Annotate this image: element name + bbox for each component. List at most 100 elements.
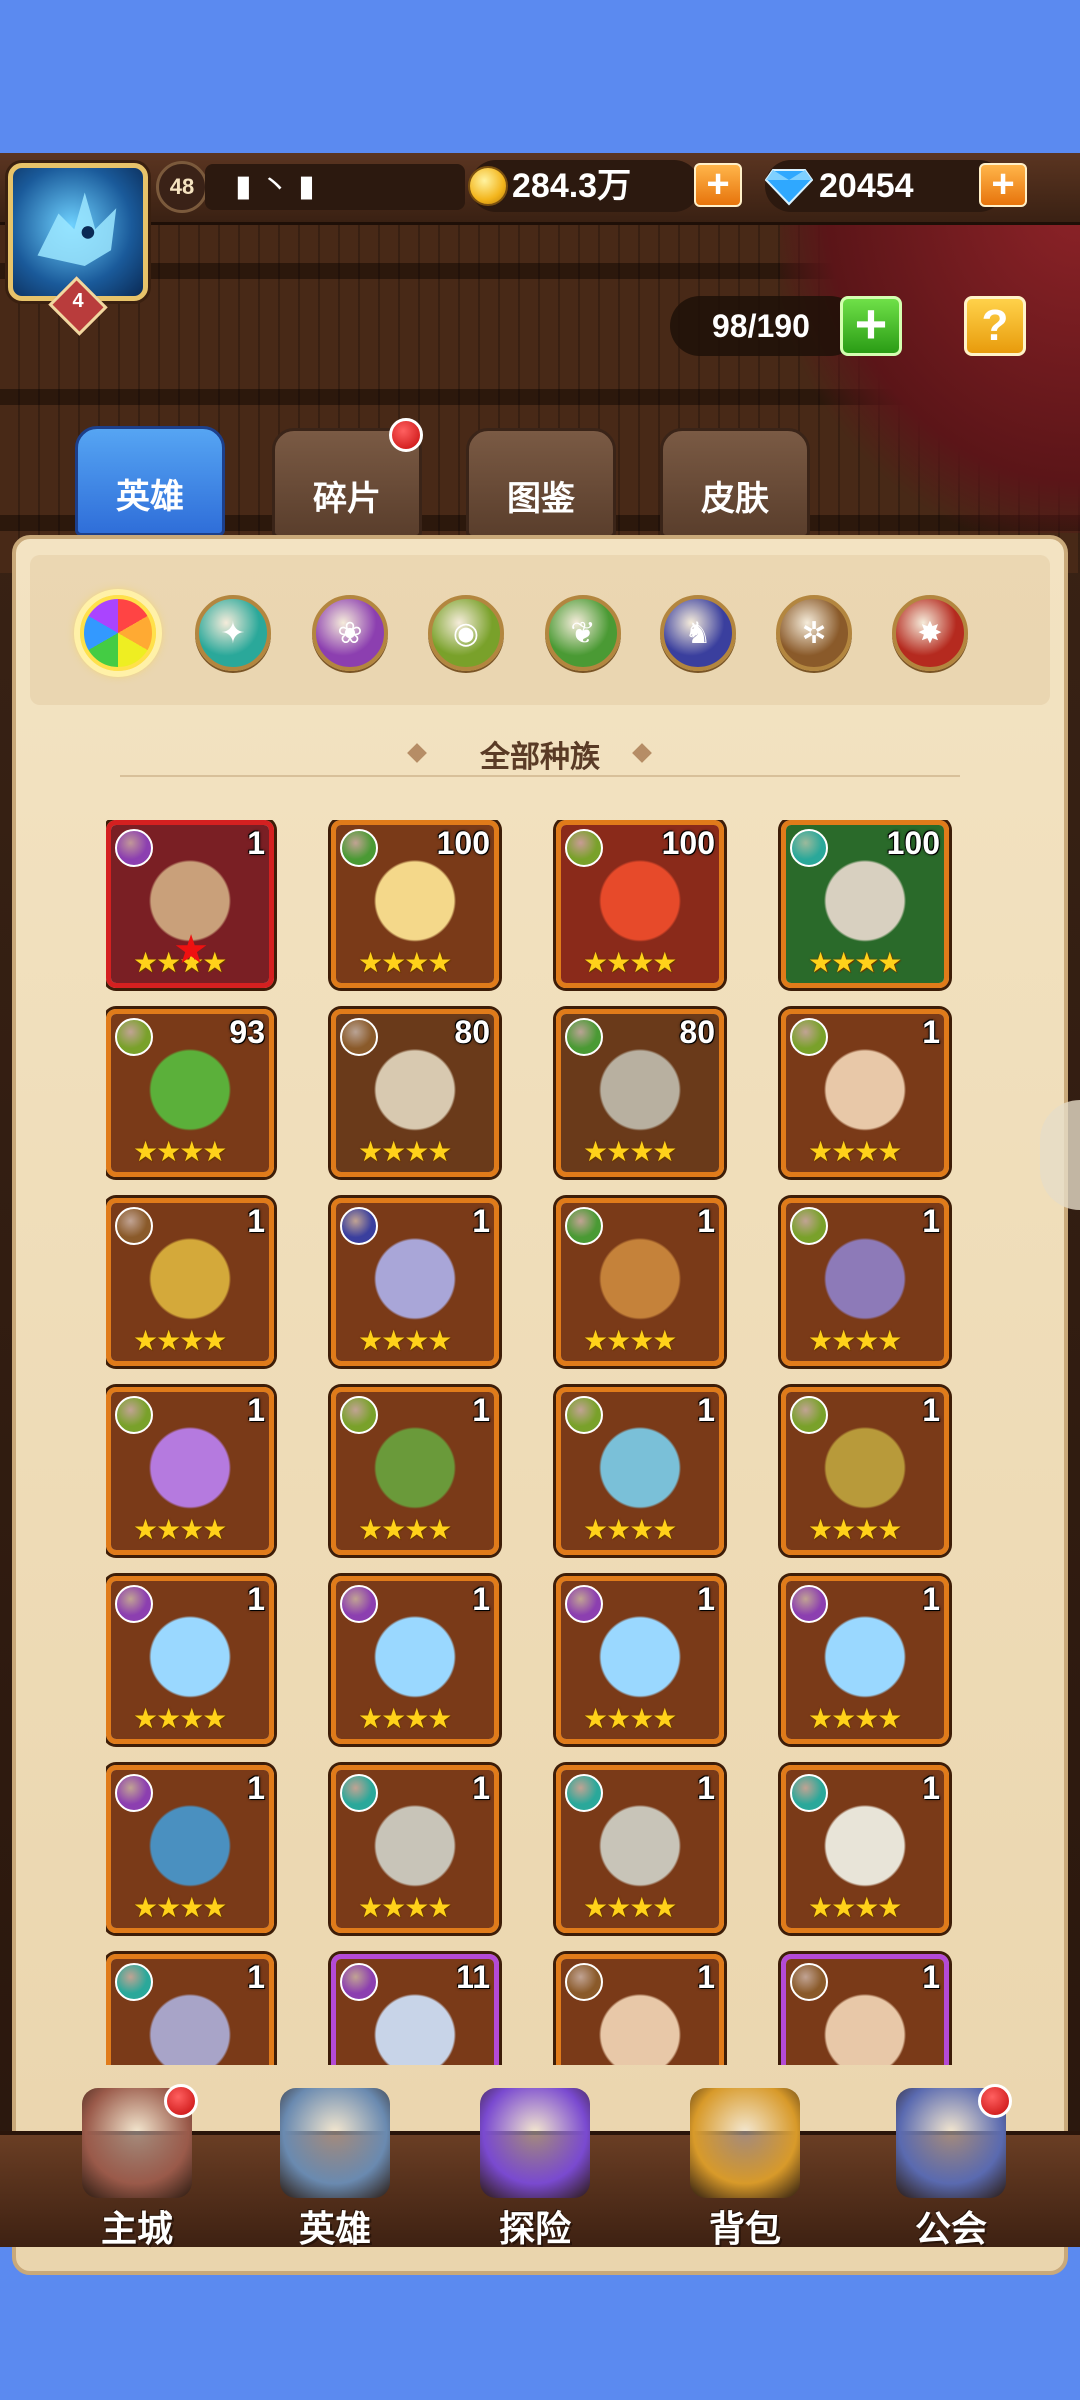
tab-label: 碎片 xyxy=(313,480,381,518)
race-icon xyxy=(790,1207,828,1245)
race-filter-shadow-icon[interactable]: ❀ xyxy=(312,595,388,671)
expand-hero-slots-button[interactable]: + xyxy=(840,296,902,356)
divider xyxy=(120,775,960,777)
hero-card[interactable]: 1 ★★★★ ★ xyxy=(106,820,274,988)
star-rating-icon: ★★★★ xyxy=(133,1325,227,1356)
race-icon xyxy=(565,829,603,867)
star-rating-icon: ★★★★ xyxy=(133,1892,227,1923)
add-gem-button[interactable]: + xyxy=(979,163,1027,207)
race-symbol-icon: ◉ xyxy=(452,616,480,650)
star-rating-icon: ★★★★ xyxy=(133,1514,227,1545)
star-rating-icon: ★★★★ xyxy=(358,1514,452,1545)
red-star-icon: ★ xyxy=(173,928,209,972)
hero-card[interactable]: 1★★★★ xyxy=(781,1198,949,1366)
star-rating-icon: ★★★★ xyxy=(808,1892,902,1923)
race-icon xyxy=(115,1207,153,1245)
nav-backpack-button[interactable]: 背包 xyxy=(670,2088,820,2249)
coin-icon xyxy=(468,166,508,206)
hero-card[interactable]: 1★★★★ xyxy=(331,1765,499,1933)
help-button[interactable]: ? xyxy=(964,296,1026,356)
race-filter-fortress-icon[interactable]: ✲ xyxy=(776,595,852,671)
nav-main-city-button[interactable]: 主城 xyxy=(62,2084,212,2249)
race-filter-nature-icon[interactable]: ❦ xyxy=(545,595,621,671)
hero-level: 1 xyxy=(472,1581,490,1617)
hero-card[interactable]: 1★★★★ xyxy=(106,1198,274,1366)
hero-card[interactable]: 1 ★★★★ xyxy=(556,1576,724,1744)
star-rating-icon: ★★★★ xyxy=(808,1325,902,1356)
race-icon xyxy=(790,829,828,867)
hero-card[interactable]: 80 ★★★★ xyxy=(556,1009,724,1177)
tab-label: 英雄 xyxy=(116,478,184,516)
hero-card[interactable]: 100 ★★★★ xyxy=(556,820,724,988)
hero-card[interactable]: 1★★★★ xyxy=(106,1387,274,1555)
race-filter-order-icon[interactable]: ◉ xyxy=(428,595,504,671)
tab-handbook[interactable]: 图鉴 xyxy=(466,428,616,538)
race-icon xyxy=(565,1585,603,1623)
add-gold-button[interactable]: + xyxy=(694,163,742,207)
race-filter-abyss-icon[interactable]: ✸ xyxy=(892,595,968,671)
tab-skins[interactable]: 皮肤 xyxy=(660,428,810,538)
race-icon xyxy=(340,829,378,867)
race-icon xyxy=(115,829,153,867)
hero-card[interactable]: 1★★★★ xyxy=(331,1198,499,1366)
hero-card[interactable]: 1★★★★ xyxy=(781,1387,949,1555)
star-rating-icon: ★★★★ xyxy=(583,1136,677,1167)
hero-card[interactable]: 1★★★★ xyxy=(781,1954,949,2065)
hero-card[interactable]: 93 ★★★★ xyxy=(106,1009,274,1177)
hero-level: 93 xyxy=(229,1014,265,1050)
star-rating-icon: ★★★★ xyxy=(808,1703,902,1734)
hero-card[interactable]: 100 ★★★★ xyxy=(331,820,499,988)
race-symbol-icon: ✲ xyxy=(801,616,827,650)
hero-level: 80 xyxy=(679,1014,715,1050)
nav-label: 背包 xyxy=(708,2208,781,2249)
hero-card[interactable]: 1★★★★ xyxy=(781,1765,949,1933)
hero-card[interactable]: 1★★★★ xyxy=(106,1954,274,2065)
hero-level: 1 xyxy=(247,1581,265,1617)
nav-explore-button[interactable]: 探险 xyxy=(460,2088,610,2249)
hero-card[interactable]: 1★★★★ xyxy=(556,1387,724,1555)
star-rating-icon: ★★★★ xyxy=(583,1514,677,1545)
hero-level: 1 xyxy=(247,1770,265,1806)
star-rating-icon: ★★★★ xyxy=(358,1136,452,1167)
hero-card[interactable]: 1★★★★ xyxy=(556,1765,724,1933)
race-filter-all-icon[interactable] xyxy=(80,595,156,671)
star-rating-icon: ★★★★ xyxy=(583,1703,677,1734)
race-icon xyxy=(790,1585,828,1623)
hero-card[interactable]: 1 ★★★★ xyxy=(106,1765,274,1933)
race-filter-undead-icon[interactable]: ♞ xyxy=(660,595,736,671)
hero-level: 1 xyxy=(922,1392,940,1428)
star-rating-icon: ★★★★ xyxy=(583,947,677,978)
hero-card[interactable]: 80 ★★★★ xyxy=(331,1009,499,1177)
star-rating-icon: ★★★★ xyxy=(808,1136,902,1167)
hero-card[interactable]: 1 ★★★★ xyxy=(331,1387,499,1555)
gem-display: 20454 xyxy=(765,160,1005,212)
hero-card[interactable]: 11★★★★ xyxy=(331,1954,499,2065)
hero-level: 1 xyxy=(922,1581,940,1617)
hero-card[interactable]: 1 ★★★★ xyxy=(781,1576,949,1744)
hero-level: 100 xyxy=(886,825,940,861)
race-icon xyxy=(115,1396,153,1434)
hero-card[interactable]: 100 ★★★★ xyxy=(781,820,949,988)
hero-level: 1 xyxy=(922,1959,940,1995)
tab-heroes[interactable]: 英雄 xyxy=(75,426,225,536)
notification-dot xyxy=(389,418,423,452)
tab-label: 图鉴 xyxy=(507,480,575,518)
race-icon xyxy=(115,1585,153,1623)
race-icon xyxy=(790,1396,828,1434)
gold-amount: 284.3万 xyxy=(512,167,632,205)
hero-card[interactable]: 1★★★★ xyxy=(106,1576,274,1744)
hero-card[interactable]: 1★★★★ xyxy=(781,1009,949,1177)
hero-level: 1 xyxy=(697,1581,715,1617)
nav-guild-button[interactable]: 公会 xyxy=(876,2084,1026,2249)
gem-amount: 20454 xyxy=(819,167,914,205)
nav-heroes-button[interactable]: 英雄 xyxy=(260,2088,410,2249)
race-filter-forest-icon[interactable]: ✦ xyxy=(195,595,271,671)
hero-card[interactable]: 1★★★★ xyxy=(556,1954,724,2065)
backpack-icon xyxy=(690,2088,800,2198)
hero-card[interactable]: 1★★★★ xyxy=(556,1198,724,1366)
race-icon xyxy=(340,1963,378,2001)
race-icon xyxy=(790,1963,828,2001)
hero-level: 1 xyxy=(472,1392,490,1428)
race-icon xyxy=(340,1774,378,1812)
hero-card[interactable]: 1★★★★ xyxy=(331,1576,499,1744)
